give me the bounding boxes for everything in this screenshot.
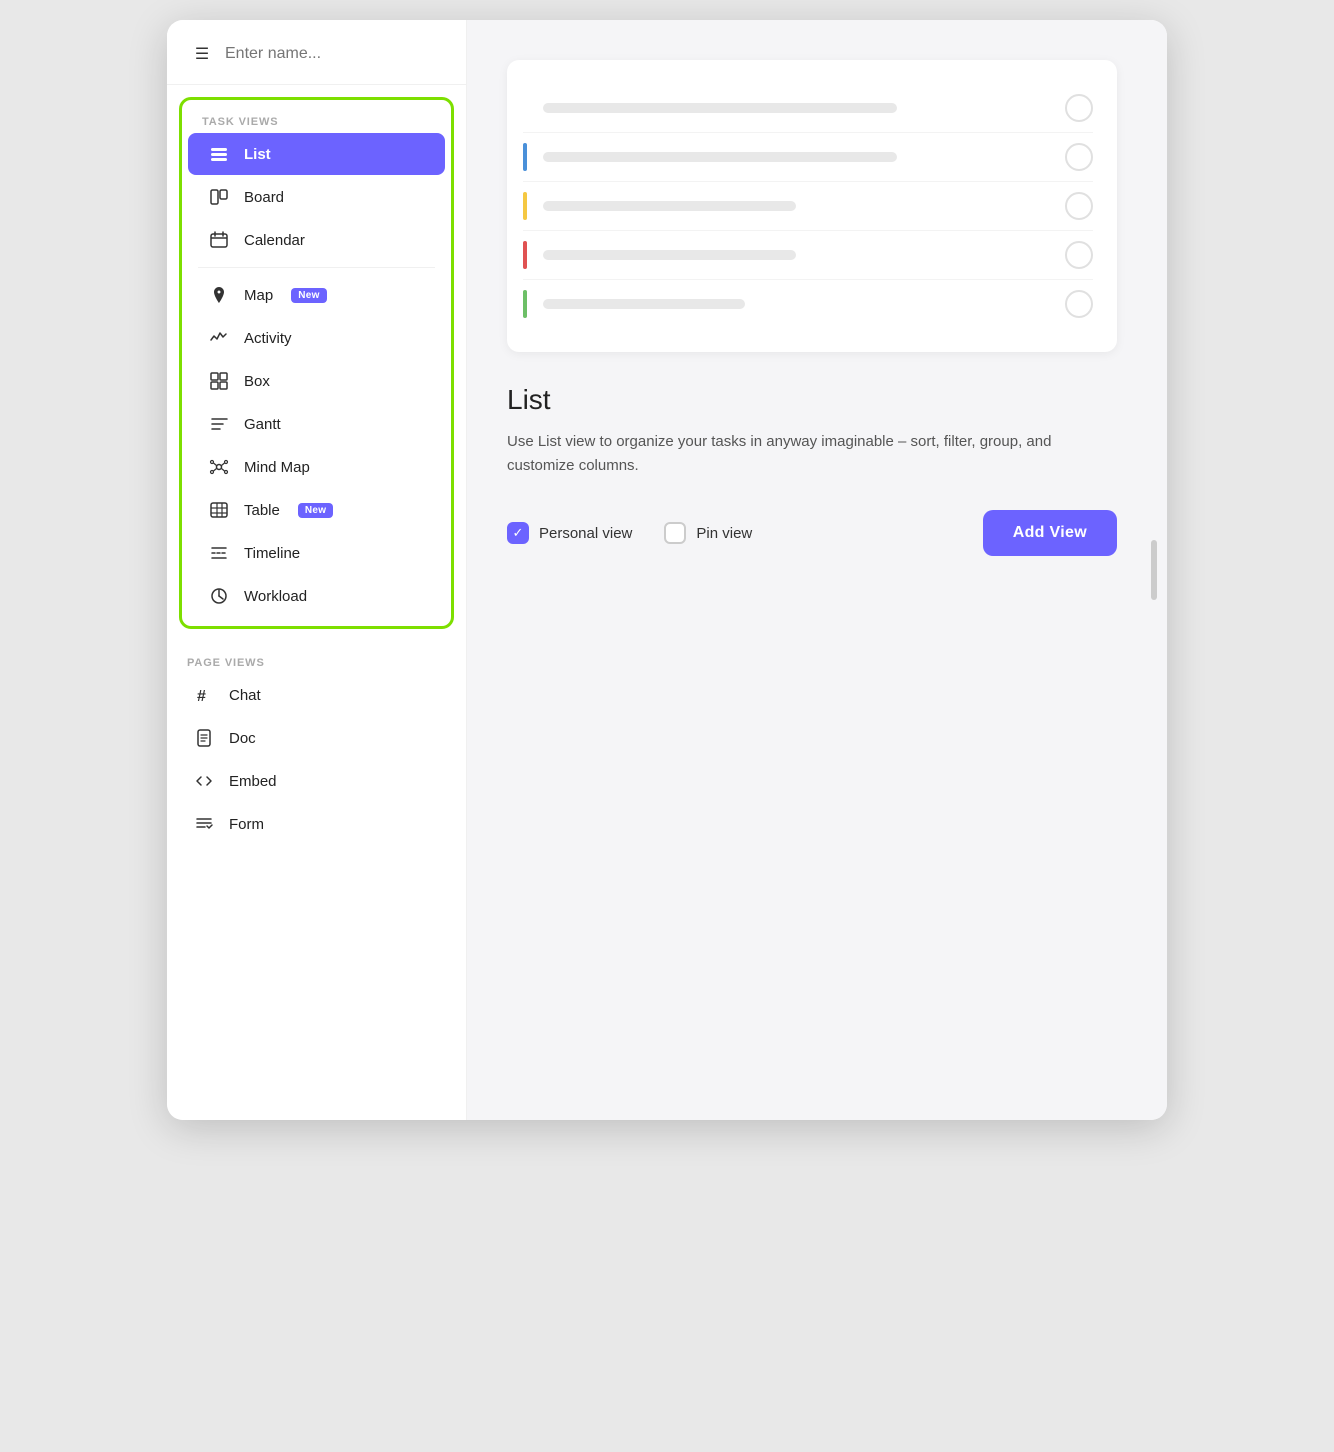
pin-view-checkbox[interactable] [664,522,686,544]
task-views-label: TASK VIEWS [182,108,451,132]
sidebar-item-box[interactable]: Box [188,360,445,402]
embed-icon [193,771,215,791]
task-views-container: TASK VIEWS List [179,97,454,629]
preview-line [543,201,796,211]
page-views-label: PAGE VIEWS [167,649,466,673]
pin-view-label: Pin view [696,525,752,542]
view-description: Use List view to organize your tasks in … [507,430,1117,478]
right-panel: List Use List view to organize your task… [467,20,1167,1120]
activity-label: Activity [244,330,292,347]
calendar-label: Calendar [244,232,305,249]
list-label: List [244,146,271,163]
board-icon [208,187,230,207]
workload-label: Workload [244,588,307,605]
sidebar-item-doc[interactable]: Doc [173,717,460,759]
timeline-label: Timeline [244,545,300,562]
box-label: Box [244,373,270,390]
color-bar [523,241,527,269]
personal-view-option[interactable]: ✓ Personal view [507,522,632,544]
divider-1 [198,267,435,268]
search-bar [167,20,466,85]
map-icon [208,285,230,305]
left-panel: TASK VIEWS List [167,20,467,1120]
personal-view-checkbox[interactable]: ✓ [507,522,529,544]
table-badge: New [298,503,333,518]
personal-view-label: Personal view [539,525,632,542]
pin-view-option[interactable]: Pin view [664,522,752,544]
sidebar-item-map[interactable]: Map New [188,274,445,316]
svg-text:#: # [197,688,206,705]
calendar-icon [208,230,230,250]
form-icon [193,814,215,834]
sidebar-item-activity[interactable]: Activity [188,317,445,359]
activity-icon [208,328,230,348]
preview-lines [543,299,1049,309]
sidebar-item-form[interactable]: Form [173,803,460,845]
table-icon [208,500,230,520]
preview-row [523,133,1093,182]
checkmark-icon: ✓ [513,525,524,541]
map-badge: New [291,288,326,303]
preview-lines [543,201,1049,211]
options-row: ✓ Personal view Pin view Add View [507,510,1117,556]
sidebar-item-gantt[interactable]: Gantt [188,403,445,445]
sidebar-item-board[interactable]: Board [188,176,445,218]
scrollbar[interactable] [1151,540,1157,600]
form-label: Form [229,816,264,833]
sidebar-item-list[interactable]: List [188,133,445,175]
preview-circle [1065,192,1093,220]
gantt-icon [208,414,230,434]
modal-wrapper: TASK VIEWS List [167,20,1167,1120]
preview-row [523,280,1093,328]
mindmap-label: Mind Map [244,459,310,476]
doc-icon [193,728,215,748]
color-bar [523,143,527,171]
box-icon [208,371,230,391]
preview-circle [1065,290,1093,318]
preview-circle [1065,143,1093,171]
view-title: List [507,384,1117,416]
embed-label: Embed [229,773,277,790]
sidebar-item-chat[interactable]: # Chat [173,674,460,716]
list-icon [208,144,230,164]
sidebar-item-embed[interactable]: Embed [173,760,460,802]
board-label: Board [244,189,284,206]
chat-icon: # [193,685,215,705]
workload-icon [208,586,230,606]
sidebar-item-table[interactable]: Table New [188,489,445,531]
search-input[interactable] [225,45,442,63]
add-view-button[interactable]: Add View [983,510,1117,556]
gantt-label: Gantt [244,416,281,433]
preview-line [543,103,897,113]
mindmap-icon [208,457,230,477]
sidebar-item-timeline[interactable]: Timeline [188,532,445,574]
preview-circle [1065,241,1093,269]
preview-line [543,299,745,309]
sidebar-item-workload[interactable]: Workload [188,575,445,617]
sidebar-item-mindmap[interactable]: Mind Map [188,446,445,488]
color-bar [523,290,527,318]
chat-label: Chat [229,687,261,704]
timeline-icon [208,543,230,563]
preview-card [507,60,1117,352]
preview-line [543,152,897,162]
doc-label: Doc [229,730,256,747]
preview-circle [1065,94,1093,122]
preview-lines [543,250,1049,260]
preview-row [523,182,1093,231]
preview-lines [543,152,1049,162]
preview-row [523,84,1093,133]
page-views-section: PAGE VIEWS # Chat [167,641,466,846]
color-bar [523,192,527,220]
table-label: Table [244,502,280,519]
sidebar-item-calendar[interactable]: Calendar [188,219,445,261]
preview-lines [543,103,1049,113]
list-header-icon [191,44,213,64]
preview-line [543,250,796,260]
preview-row [523,231,1093,280]
map-label: Map [244,287,273,304]
